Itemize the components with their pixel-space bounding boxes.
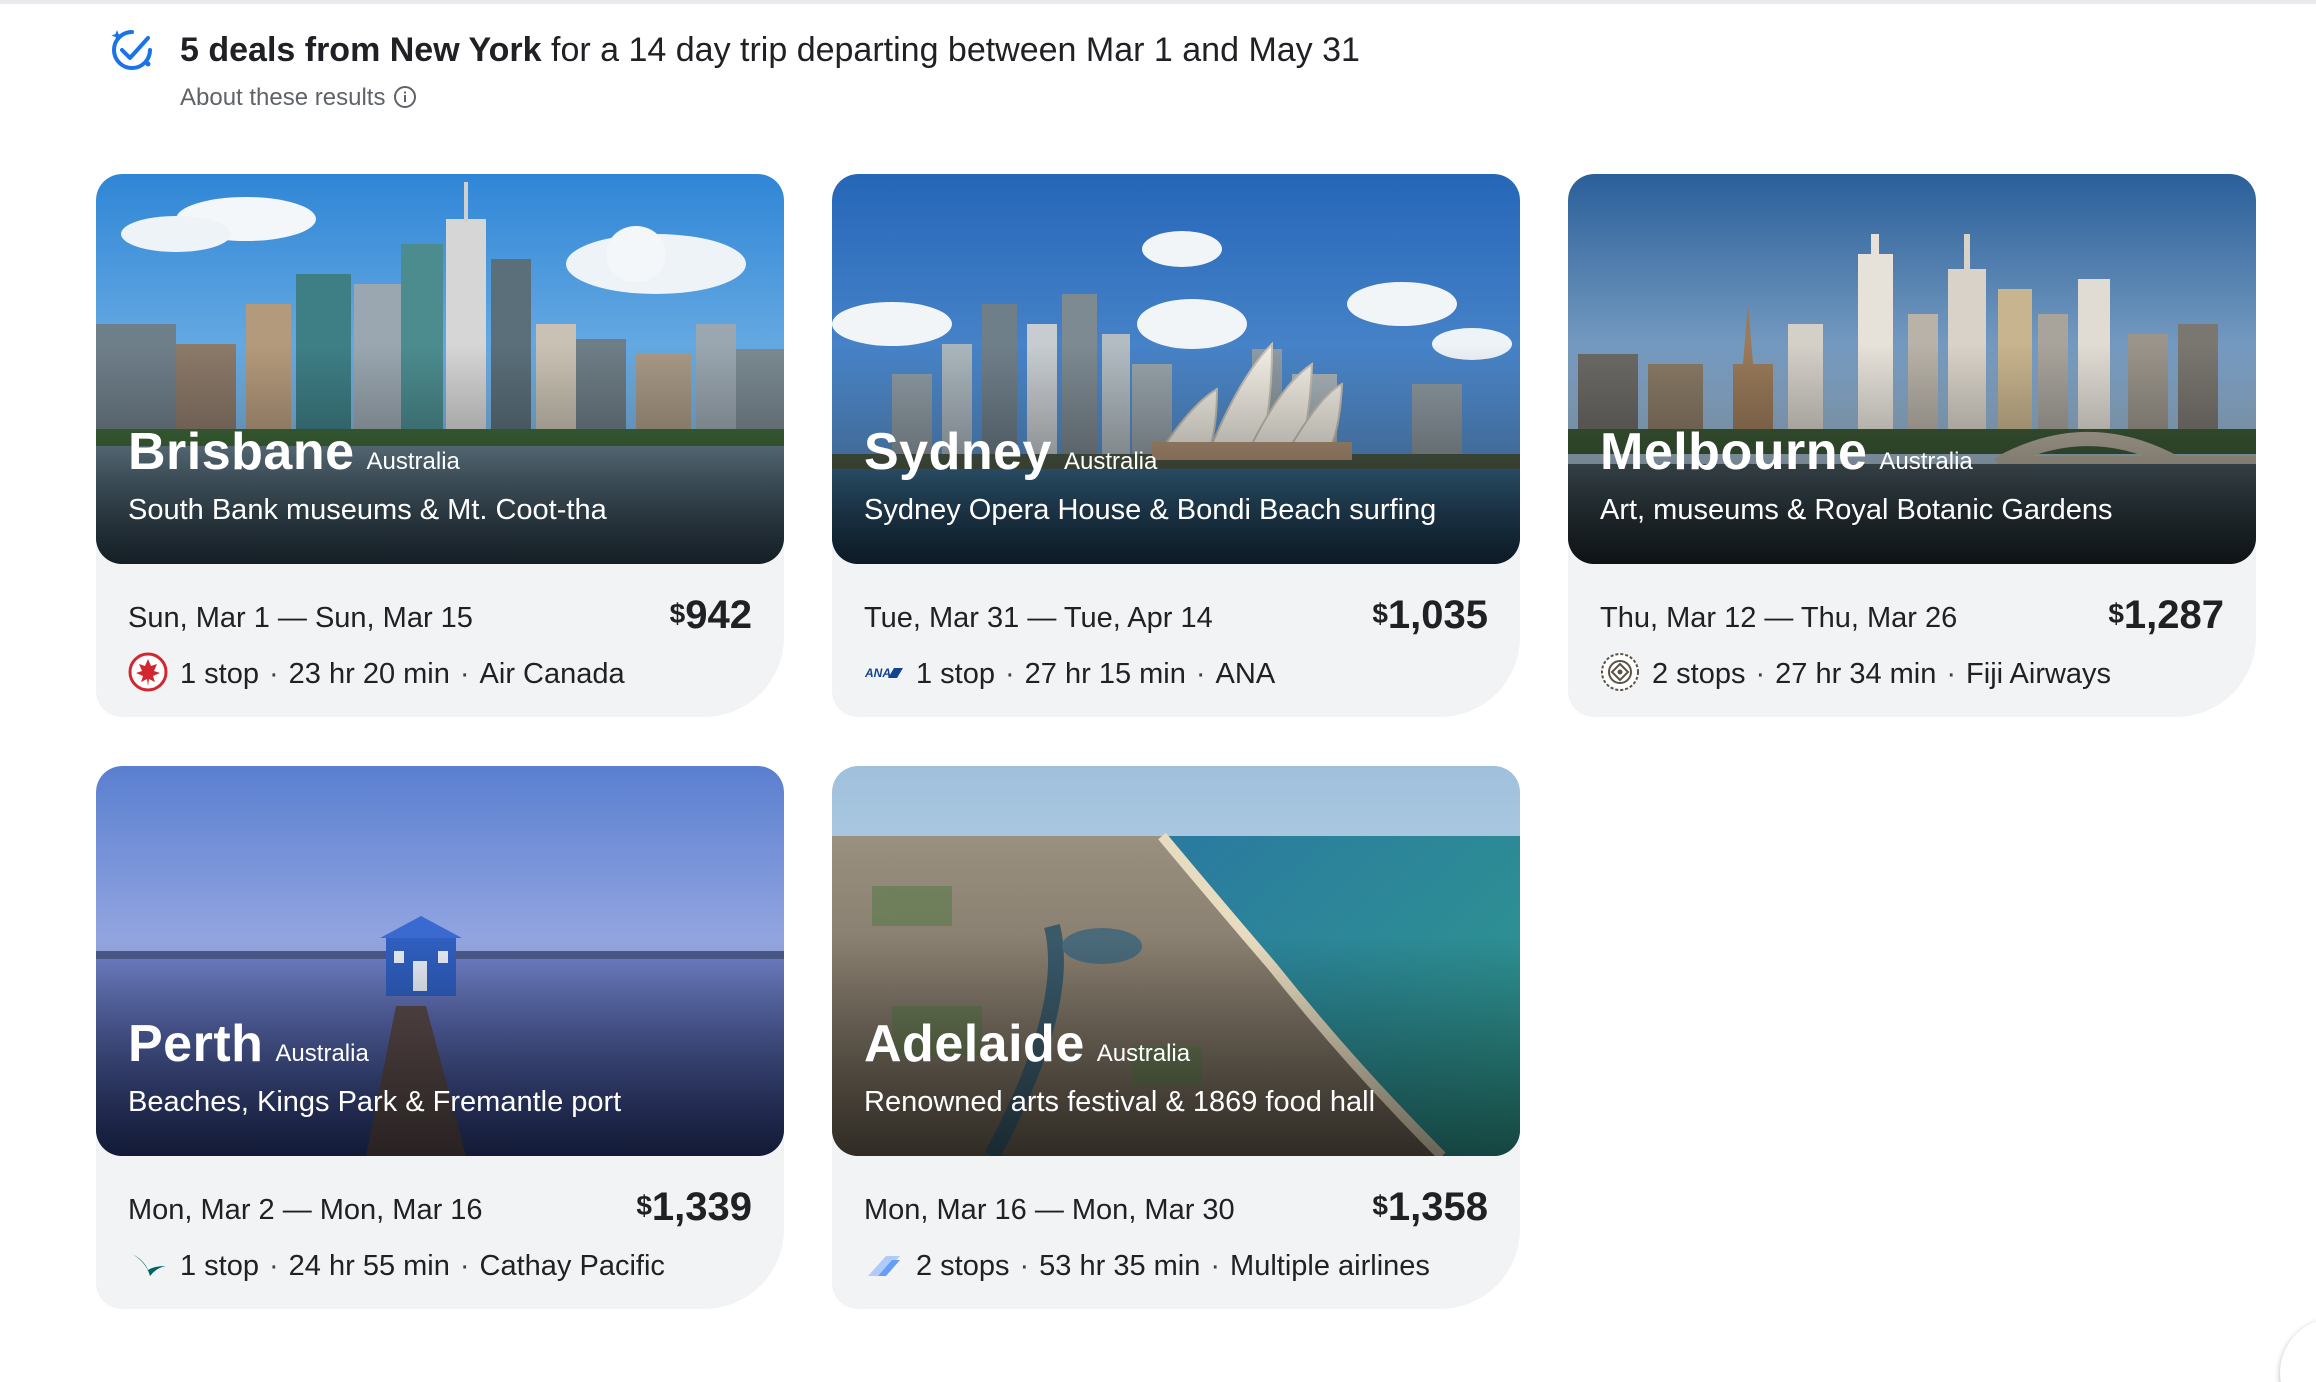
deal-card-brisbane[interactable]: Brisbane Australia South Bank museums & M…	[96, 174, 784, 717]
ana-logo-icon: ANA	[864, 666, 903, 680]
duration: 27 hr 15 min	[1024, 658, 1186, 690]
trip-dates: Mon, Mar 2 — Mon, Mar 16	[128, 1194, 483, 1226]
deal-card-melbourne[interactable]: Melbourne Australia Art, museums & Royal …	[1568, 174, 2256, 717]
price-amount: 1,339	[651, 1185, 752, 1229]
stops: 1 stop	[180, 1250, 259, 1282]
city-name: Sydney	[864, 423, 1052, 481]
destination-tagline: Beaches, Kings Park & Fremantle port	[128, 1086, 622, 1118]
destination-title: Sydney Australia	[864, 422, 1157, 482]
deal-card-sydney[interactable]: Sydney Australia Sydney Opera House & Bon…	[832, 174, 1520, 717]
destination-tagline: Art, museums & Royal Botanic Gardens	[1600, 494, 2113, 526]
duration: 24 hr 55 min	[288, 1250, 450, 1282]
currency-symbol: $	[669, 598, 686, 629]
country-name: Australia	[1879, 448, 1973, 475]
destination-title: Adelaide Australia	[864, 1014, 1190, 1074]
separator: ·	[459, 658, 470, 690]
destination-title: Perth Australia	[128, 1014, 369, 1074]
flight-details: ANA 1 stop · 27 hr 15 min · ANA	[864, 652, 1275, 694]
destination-title: Melbourne Australia	[1600, 422, 1973, 482]
duration: 27 hr 34 min	[1775, 658, 1937, 690]
deal-card-perth[interactable]: Perth Australia Beaches, Kings Park & Fre…	[96, 766, 784, 1309]
trip-dates: Mon, Mar 16 — Mon, Mar 30	[864, 1194, 1235, 1226]
trip-dates: Tue, Mar 31 — Tue, Apr 14	[864, 602, 1213, 634]
flight-details: 2 stops · 53 hr 35 min · Multiple airlines	[864, 1244, 1430, 1286]
floating-action-button[interactable]	[2280, 1318, 2316, 1382]
currency-symbol: $	[2108, 598, 2124, 629]
duration: 23 hr 20 min	[288, 658, 450, 690]
deal-price: $1,035	[1372, 592, 1488, 637]
page: 5 deals from New York for a 14 day trip …	[0, 0, 2316, 1382]
price-amount: 1,358	[1387, 1185, 1488, 1229]
country-name: Australia	[1096, 1040, 1191, 1067]
currency-symbol: $	[636, 1190, 652, 1221]
destination-tagline: Sydney Opera House & Bondi Beach surfing	[864, 494, 1437, 526]
separator: ·	[1755, 658, 1766, 690]
separator: ·	[1005, 658, 1015, 690]
results-headline: 5 deals from New York for a 14 day trip …	[180, 28, 1360, 72]
airline-name: Fiji Airways	[1966, 658, 2112, 690]
currency-symbol: $	[1372, 1190, 1388, 1221]
sparkle-check-icon	[111, 30, 152, 70]
stops: 2 stops	[1652, 658, 1746, 690]
deal-price: $1,358	[1372, 1184, 1488, 1229]
destination-title: Brisbane Australia	[128, 422, 460, 482]
destination-tagline: Renowned arts festival & 1869 food hall	[864, 1086, 1376, 1118]
airline-name: Cathay Pacific	[479, 1250, 665, 1282]
trip-dates: Thu, Mar 12 — Thu, Mar 26	[1600, 602, 1958, 634]
trip-dates: Sun, Mar 1 — Sun, Mar 15	[128, 602, 473, 634]
air-canada-logo-icon	[128, 652, 168, 692]
fiji-airways-logo-icon	[1601, 653, 1639, 691]
currency-symbol: $	[1372, 598, 1388, 629]
country-name: Australia	[366, 448, 460, 475]
results-count: 5 deals from New York	[180, 31, 542, 69]
city-name: Adelaide	[864, 1015, 1085, 1073]
price-amount: 1,287	[2123, 593, 2224, 637]
stops: 1 stop	[916, 658, 995, 690]
flight-details: 1 stop · 24 hr 55 min · Cathay Pacific	[128, 1244, 665, 1286]
airline-name: Air Canada	[479, 658, 625, 690]
flight-details: 2 stops · 27 hr 34 min · Fiji Airways	[1600, 652, 2111, 694]
stops: 2 stops	[916, 1250, 1010, 1282]
separator: ·	[269, 1250, 279, 1282]
results-criteria: for a 14 day trip departing between Mar …	[541, 31, 1360, 69]
about-results-link[interactable]: About these results	[180, 82, 417, 114]
flight-details: 1 stop · 23 hr 20 min · Air Canada	[128, 652, 625, 694]
top-divider	[0, 0, 2316, 4]
city-name: Brisbane	[128, 423, 355, 481]
deal-price: $942	[670, 592, 752, 637]
ana-logo-text: ANA	[864, 666, 891, 680]
info-icon	[394, 86, 417, 108]
price-amount: 942	[685, 593, 752, 637]
separator: ·	[1946, 658, 1957, 690]
separator: ·	[1210, 1250, 1221, 1282]
cathay-pacific-logo-icon	[132, 1254, 166, 1276]
city-name: Melbourne	[1600, 423, 1868, 481]
deal-price: $1,339	[636, 1184, 752, 1229]
separator: ·	[1195, 658, 1206, 690]
airline-name: ANA	[1215, 658, 1276, 690]
deal-price: $1,287	[2108, 592, 2224, 637]
multiple-airlines-icon	[868, 1256, 900, 1276]
price-amount: 1,035	[1387, 593, 1488, 637]
airline-name: Multiple airlines	[1230, 1250, 1430, 1282]
separator: ·	[1019, 1250, 1030, 1282]
about-results-label: About these results	[180, 84, 386, 111]
separator: ·	[269, 658, 279, 690]
duration: 53 hr 35 min	[1039, 1250, 1201, 1282]
destination-tagline: South Bank museums & Mt. Coot-tha	[128, 494, 607, 526]
country-name: Australia	[275, 1040, 369, 1067]
city-name: Perth	[128, 1015, 264, 1073]
country-name: Australia	[1063, 448, 1158, 475]
separator: ·	[459, 1250, 470, 1282]
deal-card-adelaide[interactable]: Adelaide Australia Renowned arts festival…	[832, 766, 1520, 1309]
stops: 1 stop	[180, 658, 259, 690]
